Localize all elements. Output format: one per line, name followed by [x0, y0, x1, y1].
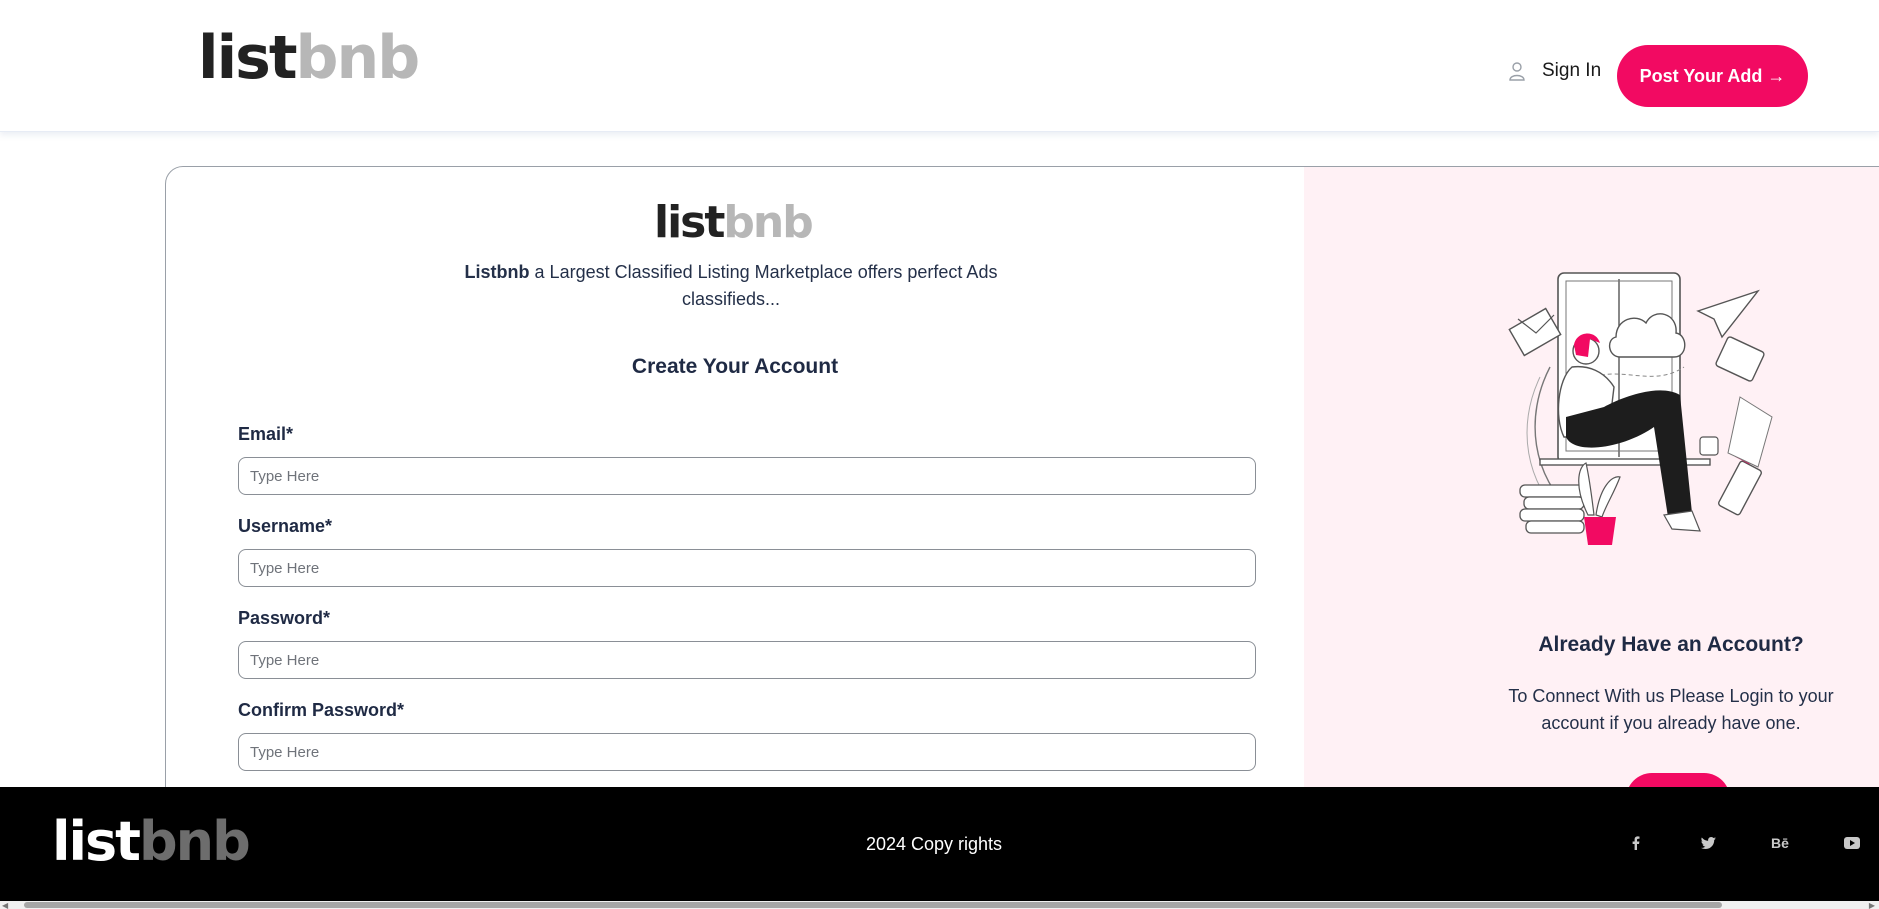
logo-dark-text: list [654, 197, 725, 248]
site-header: listbnb Sign In Post Your Add → [0, 0, 1879, 132]
behance-icon[interactable]: Bē [1744, 831, 1816, 855]
scroll-right-arrow-icon[interactable]: ▶ [1869, 901, 1875, 909]
scroll-left-arrow-icon[interactable]: ◀ [2, 901, 8, 909]
password-field[interactable] [238, 641, 1256, 679]
sign-in-label: Sign In [1542, 60, 1602, 81]
username-field[interactable] [238, 549, 1256, 587]
tagline-brand: Listbnb [464, 262, 530, 282]
twitter-icon[interactable] [1672, 831, 1744, 855]
login-side-panel: Already Have an Account? To Connect With… [1304, 167, 1879, 805]
form-title: Create Your Account [631, 355, 839, 378]
username-label: Username* [238, 516, 333, 536]
youtube-icon[interactable] [1816, 831, 1879, 855]
logo-light-text: bnb [295, 23, 421, 93]
logo-dark-text: list [198, 23, 298, 93]
register-form-panel: listbnb Listbnb a Largest Classified Lis… [166, 167, 1304, 805]
password-label: Password* [238, 608, 331, 628]
sign-in-link[interactable]: Sign In [1508, 60, 1601, 82]
logo-light-text: bnb [723, 197, 813, 248]
user-icon [1509, 62, 1525, 81]
side-text: To Connect With us Please Login to your … [1508, 686, 1834, 733]
form-logo: listbnb [654, 201, 814, 245]
confirm-password-field[interactable] [238, 733, 1256, 771]
person-at-window-illustration [1508, 272, 1773, 545]
email-field[interactable] [238, 457, 1256, 495]
email-label: Email* [238, 424, 294, 444]
post-ad-button[interactable]: Post Your Add → [1617, 45, 1808, 107]
copyright-text: 2024 Copy rights [865, 834, 1003, 854]
tagline: Listbnb a Largest Classified Listing Mar… [456, 259, 1006, 313]
scrollbar-thumb[interactable] [24, 902, 1722, 908]
facebook-icon[interactable] [1600, 831, 1672, 855]
header-logo[interactable]: listbnb [198, 28, 420, 88]
social-links: Bē [1600, 831, 1879, 855]
side-title: Already Have an Account? [1538, 633, 1804, 656]
horizontal-scrollbar[interactable]: ◀ ▶ [0, 901, 1879, 909]
site-footer: listbnb 2024 Copy rights Bē [0, 787, 1879, 901]
tagline-text: a Largest Classified Listing Marketplace… [529, 262, 998, 309]
confirm-password-label: Confirm Password* [238, 700, 405, 720]
register-card: listbnb Listbnb a Largest Classified Lis… [165, 166, 1879, 806]
